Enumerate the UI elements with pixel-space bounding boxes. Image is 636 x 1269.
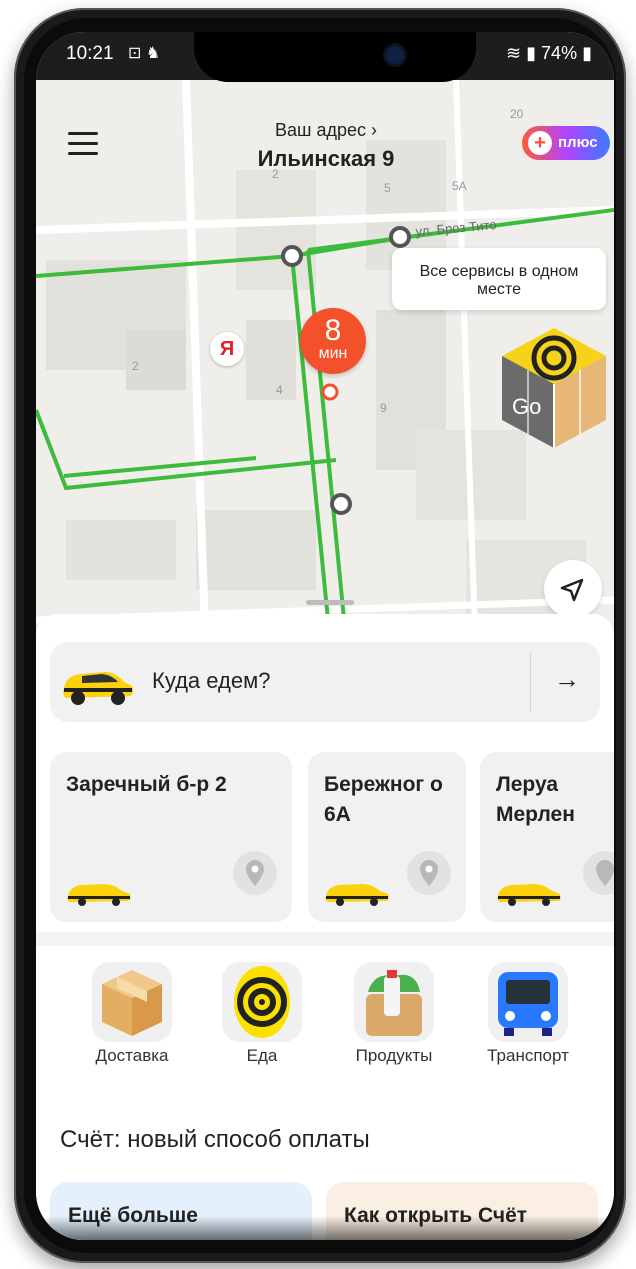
location-pin-icon bbox=[583, 851, 614, 895]
service-label: Еда bbox=[246, 1046, 278, 1065]
battery-icon: ▮ bbox=[582, 43, 592, 63]
destination-title: Леруа Мерлен bbox=[496, 773, 575, 826]
service-label: Продукты bbox=[355, 1046, 433, 1065]
taxi-car-icon bbox=[63, 672, 134, 705]
address-label[interactable]: Ваш адрес › bbox=[216, 120, 436, 141]
service-label: Доставка bbox=[95, 1046, 169, 1065]
status-time: 10:21 bbox=[66, 43, 114, 64]
battery-percent: 74% bbox=[541, 43, 578, 63]
go-cube-button[interactable]: Go bbox=[500, 328, 608, 448]
service-label: Транспорт bbox=[487, 1046, 569, 1065]
building-number: 4 bbox=[276, 383, 283, 397]
service-delivery[interactable]: Доставка bbox=[72, 962, 192, 1066]
app-screen: ул. Броз Тито 2 5 5А 20 2 4 9 10:21 ⊡ ♞ … bbox=[36, 32, 614, 1240]
go-label: Go bbox=[512, 394, 541, 419]
account-section-title: Счёт: новый способ оплаты bbox=[60, 1126, 370, 1153]
where-to-divider bbox=[530, 652, 531, 712]
destination-card[interactable]: Заречный б-р 2 bbox=[50, 752, 292, 922]
destination-title: Заречный б-р 2 bbox=[66, 773, 227, 796]
building-number: 9 bbox=[380, 401, 387, 415]
wifi-icon: ≋ bbox=[506, 43, 522, 63]
plus-badge-label: плюс bbox=[558, 134, 598, 151]
navigation-arrow-icon bbox=[560, 578, 584, 602]
taxi-car-icon bbox=[325, 884, 389, 906]
location-pin-icon bbox=[233, 851, 277, 895]
front-camera bbox=[386, 46, 404, 64]
bus-icon bbox=[488, 962, 568, 1042]
destination-card[interactable]: Бережног о 6А bbox=[308, 752, 466, 922]
services-tooltip[interactable]: Все сервисы в одном месте bbox=[392, 248, 606, 310]
where-to-placeholder: Куда едем? bbox=[152, 668, 271, 693]
eta-value: 8 bbox=[324, 314, 342, 347]
spiral-food-icon bbox=[222, 962, 302, 1042]
service-transport[interactable]: Транспорт bbox=[468, 962, 588, 1066]
camera-notch bbox=[194, 32, 476, 82]
status-right-group: ≋ ▮ 74% ▮ bbox=[506, 43, 592, 64]
section-separator bbox=[36, 932, 614, 946]
arrow-right-icon[interactable]: → bbox=[554, 664, 580, 695]
bottom-shade bbox=[36, 1216, 614, 1240]
services-row: Доставка Еда Продукты Транспорт bbox=[36, 962, 614, 1082]
grocery-bag-icon bbox=[354, 962, 434, 1042]
where-to-field[interactable]: Куда едем? → bbox=[50, 642, 600, 722]
address-value[interactable]: Ильинская 9 bbox=[186, 146, 466, 172]
eta-marker: 8 мин bbox=[300, 308, 366, 374]
status-notification-icons: ⊡ ♞ bbox=[128, 45, 161, 62]
signal-icon: ▮ bbox=[526, 43, 537, 63]
plus-icon: + bbox=[528, 131, 552, 155]
go-cube-icon: Go bbox=[502, 328, 606, 448]
destination-card[interactable]: Леруа Мерлен bbox=[480, 752, 614, 922]
destination-title: Бережног о 6А bbox=[324, 773, 443, 826]
yandex-marker-icon[interactable]: Я bbox=[210, 332, 244, 366]
plus-badge-button[interactable]: + плюс bbox=[522, 126, 610, 160]
building-number: 5 bbox=[384, 181, 391, 195]
destination-cards: Заречный б-р 2 Бережног о 6А Леруа Мерле… bbox=[50, 752, 614, 922]
menu-button[interactable] bbox=[68, 132, 98, 155]
building-number: 5А bbox=[452, 179, 467, 193]
service-food[interactable]: Еда bbox=[202, 962, 322, 1066]
chevron-right-icon: › bbox=[371, 120, 377, 140]
building-number: 2 bbox=[132, 359, 139, 373]
taxi-car-icon bbox=[67, 884, 131, 906]
box-icon bbox=[92, 962, 172, 1042]
locate-me-button[interactable] bbox=[544, 560, 602, 618]
location-pin-icon bbox=[407, 851, 451, 895]
building-number: 20 bbox=[510, 107, 524, 121]
menu-icon bbox=[68, 132, 98, 135]
service-groceries[interactable]: Продукты bbox=[334, 962, 454, 1066]
sheet-grabber[interactable] bbox=[306, 600, 354, 605]
eta-unit: мин bbox=[318, 345, 348, 362]
taxi-car-icon bbox=[497, 884, 561, 906]
